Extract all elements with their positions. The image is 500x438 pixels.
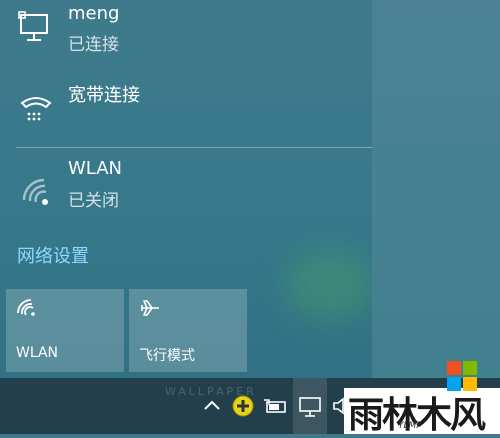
security-shield-icon[interactable] (229, 392, 257, 420)
network-name: meng (68, 3, 120, 24)
network-name: WLAN (68, 158, 123, 179)
network-item-wlan[interactable]: WLAN 已关闭 (0, 152, 372, 217)
watermark-sub: YLMF (398, 421, 422, 431)
network-icon[interactable] (296, 392, 324, 420)
network-status: 已连接 (68, 35, 119, 55)
dialup-icon (18, 89, 54, 125)
chevron-up-icon[interactable] (198, 392, 226, 420)
wifi-icon (16, 297, 38, 319)
quick-action-airplane-mode[interactable]: 飞行模式 (129, 289, 247, 372)
ethernet-icon (18, 10, 54, 46)
divider (16, 147, 372, 148)
power-battery-icon[interactable] (261, 392, 289, 420)
network-status: 已关闭 (68, 191, 119, 211)
tile-label: 飞行模式 (139, 348, 195, 364)
network-item-meng[interactable]: meng 已连接 (0, 0, 372, 60)
wifi-icon (18, 174, 54, 210)
desktop-background (372, 0, 500, 378)
network-flyout: meng 已连接 宽带连接 WLAN 已关闭 网络设置 WLAN 飞行模式 (0, 0, 372, 378)
tile-label: WLAN (16, 345, 59, 361)
airplane-icon (139, 297, 161, 319)
quick-action-wlan[interactable]: WLAN (6, 289, 124, 372)
network-item-broadband[interactable]: 宽带连接 (0, 75, 372, 130)
network-name: 宽带连接 (68, 85, 140, 106)
network-settings-link[interactable]: 网络设置 (17, 242, 89, 268)
